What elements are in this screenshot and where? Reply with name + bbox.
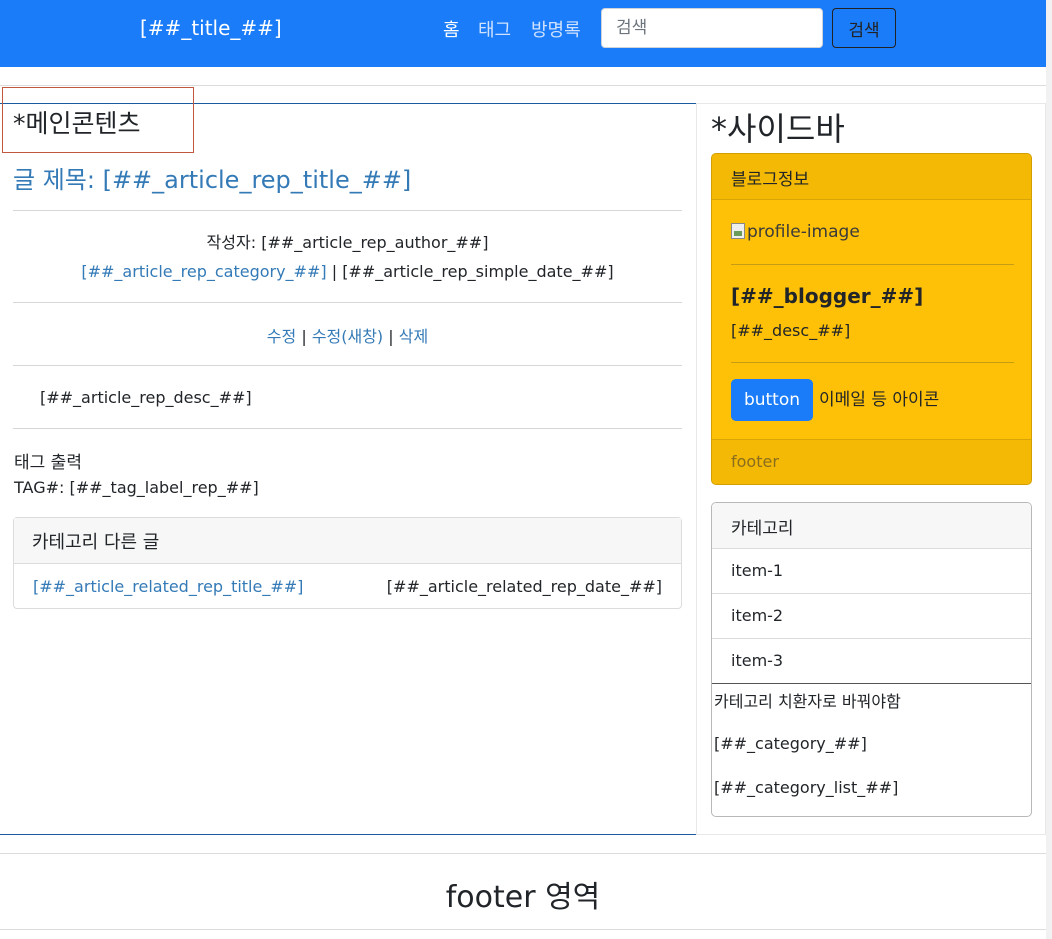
category-header: 카테고리 bbox=[712, 503, 1031, 549]
divider bbox=[13, 428, 682, 429]
related-articles-card: 카테고리 다른 글 [##_article_related_rep_title_… bbox=[13, 517, 682, 609]
blog-info-header: 블로그정보 bbox=[712, 154, 1031, 200]
main-heading: *메인콘텐츠 bbox=[13, 109, 141, 138]
related-article-date: [##_article_related_rep_date_##] bbox=[386, 577, 662, 596]
category-card: 카테고리 item-1 item-2 item-3 카테고리 치환자로 바꿔야함… bbox=[711, 502, 1032, 817]
article-desc: [##_article_rep_desc_##] bbox=[40, 388, 252, 407]
category-item[interactable]: item-2 bbox=[712, 594, 1031, 639]
tag-line: TAG#: [##_tag_label_rep_##] bbox=[14, 478, 259, 497]
related-articles-header: 카테고리 다른 글 bbox=[14, 518, 681, 564]
brand-link[interactable]: [##_title_##] bbox=[140, 16, 282, 40]
divider bbox=[731, 362, 1014, 363]
broken-image-icon bbox=[731, 223, 745, 239]
category-item[interactable]: item-3 bbox=[712, 639, 1031, 684]
blogger-desc: [##_desc_##] bbox=[731, 321, 851, 340]
footer-title: footer 영역 bbox=[445, 880, 601, 915]
sidebar-heading: *사이드바 bbox=[711, 110, 845, 148]
divider bbox=[13, 210, 682, 211]
divider bbox=[13, 365, 682, 366]
blogger-name: [##_blogger_##] bbox=[731, 284, 924, 308]
footer-divider bbox=[0, 853, 1046, 854]
navbar: [##_title_##] 홈 태그 방명록 검색 bbox=[0, 0, 1046, 67]
profile-image: profile-image bbox=[731, 222, 860, 242]
profile-image-alt: profile-image bbox=[747, 222, 860, 242]
action-links: 수정 | 수정(새창) | 삭제 bbox=[13, 323, 682, 347]
list-item: [##_article_related_rep_title_##] [##_ar… bbox=[14, 564, 681, 608]
delete-link[interactable]: 삭제 bbox=[399, 327, 428, 346]
category-note: 카테고리 치환자로 바꿔야함 bbox=[714, 692, 901, 711]
edit-link[interactable]: 수정 bbox=[267, 327, 296, 346]
action-separator: | bbox=[301, 327, 307, 346]
category-item[interactable]: item-1 bbox=[712, 549, 1031, 594]
category-list-placeholder: [##_category_list_##] bbox=[714, 778, 899, 797]
nav-link-home[interactable]: 홈 bbox=[443, 16, 460, 42]
category-placeholder: [##_category_##] bbox=[714, 734, 867, 753]
article-date: [##_article_rep_simple_date_##] bbox=[342, 262, 614, 281]
search-button[interactable]: 검색 bbox=[832, 8, 896, 48]
category-link[interactable]: [##_article_rep_category_##] bbox=[81, 262, 326, 281]
author-label: 작성자: bbox=[206, 233, 257, 252]
main-content-area bbox=[0, 103, 697, 835]
meta-separator: | bbox=[331, 262, 338, 281]
related-article-link[interactable]: [##_article_related_rep_title_##] bbox=[33, 577, 303, 596]
scrollbar-track[interactable] bbox=[1046, 0, 1052, 939]
footer-bottom-divider bbox=[0, 929, 1046, 930]
action-separator: | bbox=[388, 327, 394, 346]
edit-new-window-link[interactable]: 수정(새창) bbox=[312, 327, 383, 346]
tag-heading: 태그 출력 bbox=[14, 453, 82, 473]
blog-info-footer: footer bbox=[712, 439, 1031, 484]
nav-link-guestbook[interactable]: 방명록 bbox=[531, 16, 581, 42]
author-line: 작성자: [##_article_rep_author_##] bbox=[13, 229, 682, 253]
meta-line: [##_article_rep_category_##] | [##_artic… bbox=[13, 262, 682, 281]
blog-info-card: 블로그정보 profile-image [##_blogger_##] [##_… bbox=[711, 153, 1032, 485]
author-value: [##_article_rep_author_##] bbox=[261, 233, 489, 252]
contact-icons-text: 이메일 등 아이콘 bbox=[819, 390, 940, 410]
profile-button[interactable]: button bbox=[731, 379, 813, 421]
header-divider bbox=[0, 85, 1046, 86]
tag-label: TAG#: bbox=[14, 478, 65, 497]
tag-value: [##_tag_label_rep_##] bbox=[69, 478, 259, 497]
article-title-link[interactable]: 글 제목: [##_article_rep_title_##] bbox=[13, 160, 411, 195]
divider bbox=[731, 264, 1014, 265]
divider bbox=[13, 302, 682, 303]
search-input[interactable] bbox=[601, 8, 823, 48]
nav-link-tag[interactable]: 태그 bbox=[478, 16, 511, 42]
